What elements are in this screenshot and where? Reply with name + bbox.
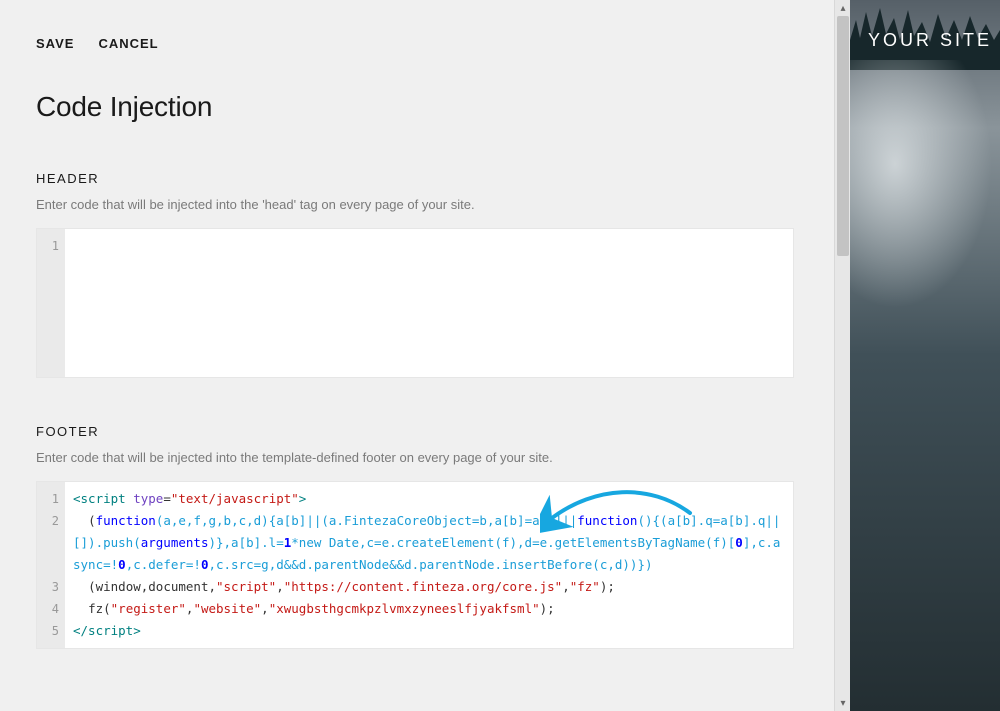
- scrollbar-thumb[interactable]: [837, 16, 849, 256]
- tok: <script: [73, 491, 126, 506]
- tok: *new Date,c=e.createElement(f),d=e.getEl…: [291, 535, 735, 550]
- footer-gutter: 1 2 3 4 5: [37, 482, 65, 648]
- tok: >: [299, 491, 307, 506]
- tok: type: [126, 491, 164, 506]
- tok: "xwugbsthgcmkpzlvmxzyneeslfjyakfsml": [269, 601, 540, 616]
- tok: 0: [735, 535, 743, 550]
- tok: );: [540, 601, 555, 616]
- tok: arguments: [141, 535, 209, 550]
- tok: ,: [562, 579, 570, 594]
- gutter-line: 3: [37, 576, 59, 598]
- gutter-line: 4: [37, 598, 59, 620]
- tok: =: [163, 491, 171, 506]
- header-gutter: 1: [37, 229, 65, 377]
- tok: "register": [111, 601, 186, 616]
- footer-code-input[interactable]: <script type="text/javascript"> (functio…: [65, 482, 793, 648]
- header-code-editor[interactable]: 1: [36, 228, 794, 378]
- tok: ,: [261, 601, 269, 616]
- gutter-line: 5: [37, 620, 59, 642]
- tok: fz(: [73, 601, 111, 616]
- preview-fog: [850, 60, 1000, 320]
- scrollbar-track[interactable]: ▴ ▾: [834, 0, 850, 711]
- footer-code-editor[interactable]: 1 2 3 4 5 <script type="text/javascript"…: [36, 481, 794, 649]
- gutter-line: [37, 554, 59, 576]
- header-section-desc: Enter code that will be injected into th…: [36, 196, 794, 214]
- gutter-line: [37, 532, 59, 554]
- tok: function: [96, 513, 156, 528]
- tok: "text/javascript": [171, 491, 299, 506]
- gutter-line: 1: [37, 235, 59, 257]
- tok: (a,e,f,g,b,c,d){a[b]||(a.FintezaCoreObje…: [156, 513, 577, 528]
- site-preview: YOUR SITE: [850, 0, 1000, 711]
- tok: ,c.defer=!: [126, 557, 201, 572]
- tok: );: [600, 579, 615, 594]
- settings-scroll-area: SAVE CANCEL Code Injection HEADER Enter …: [0, 0, 850, 711]
- tok: ,c.src=g,d&&d.parentNode&&d.parentNode.i…: [208, 557, 652, 572]
- settings-panel: SAVE CANCEL Code Injection HEADER Enter …: [0, 0, 850, 711]
- tok: )},a[b].l=: [208, 535, 283, 550]
- tok: "https://content.finteza.org/core.js": [284, 579, 562, 594]
- tok: 0: [118, 557, 126, 572]
- tok: "script": [216, 579, 276, 594]
- tok: (window,document,: [73, 579, 216, 594]
- tok: (: [73, 513, 96, 528]
- gutter-line: 1: [37, 488, 59, 510]
- tok: function: [577, 513, 637, 528]
- scroll-down-arrow-icon[interactable]: ▾: [835, 695, 851, 711]
- tok: "fz": [570, 579, 600, 594]
- save-button[interactable]: SAVE: [36, 36, 74, 51]
- header-code-content[interactable]: [73, 279, 785, 411]
- page-title: Code Injection: [36, 91, 794, 123]
- scroll-up-arrow-icon[interactable]: ▴: [835, 0, 851, 16]
- tok: </script>: [73, 623, 141, 638]
- tok: "website": [193, 601, 261, 616]
- top-actions: SAVE CANCEL: [36, 36, 794, 51]
- header-section-label: HEADER: [36, 171, 794, 186]
- cancel-button[interactable]: CANCEL: [98, 36, 158, 51]
- header-code-input[interactable]: [65, 229, 793, 377]
- preview-site-title: YOUR SITE: [850, 30, 1000, 51]
- tok: ,: [276, 579, 284, 594]
- gutter-line: 2: [37, 510, 59, 532]
